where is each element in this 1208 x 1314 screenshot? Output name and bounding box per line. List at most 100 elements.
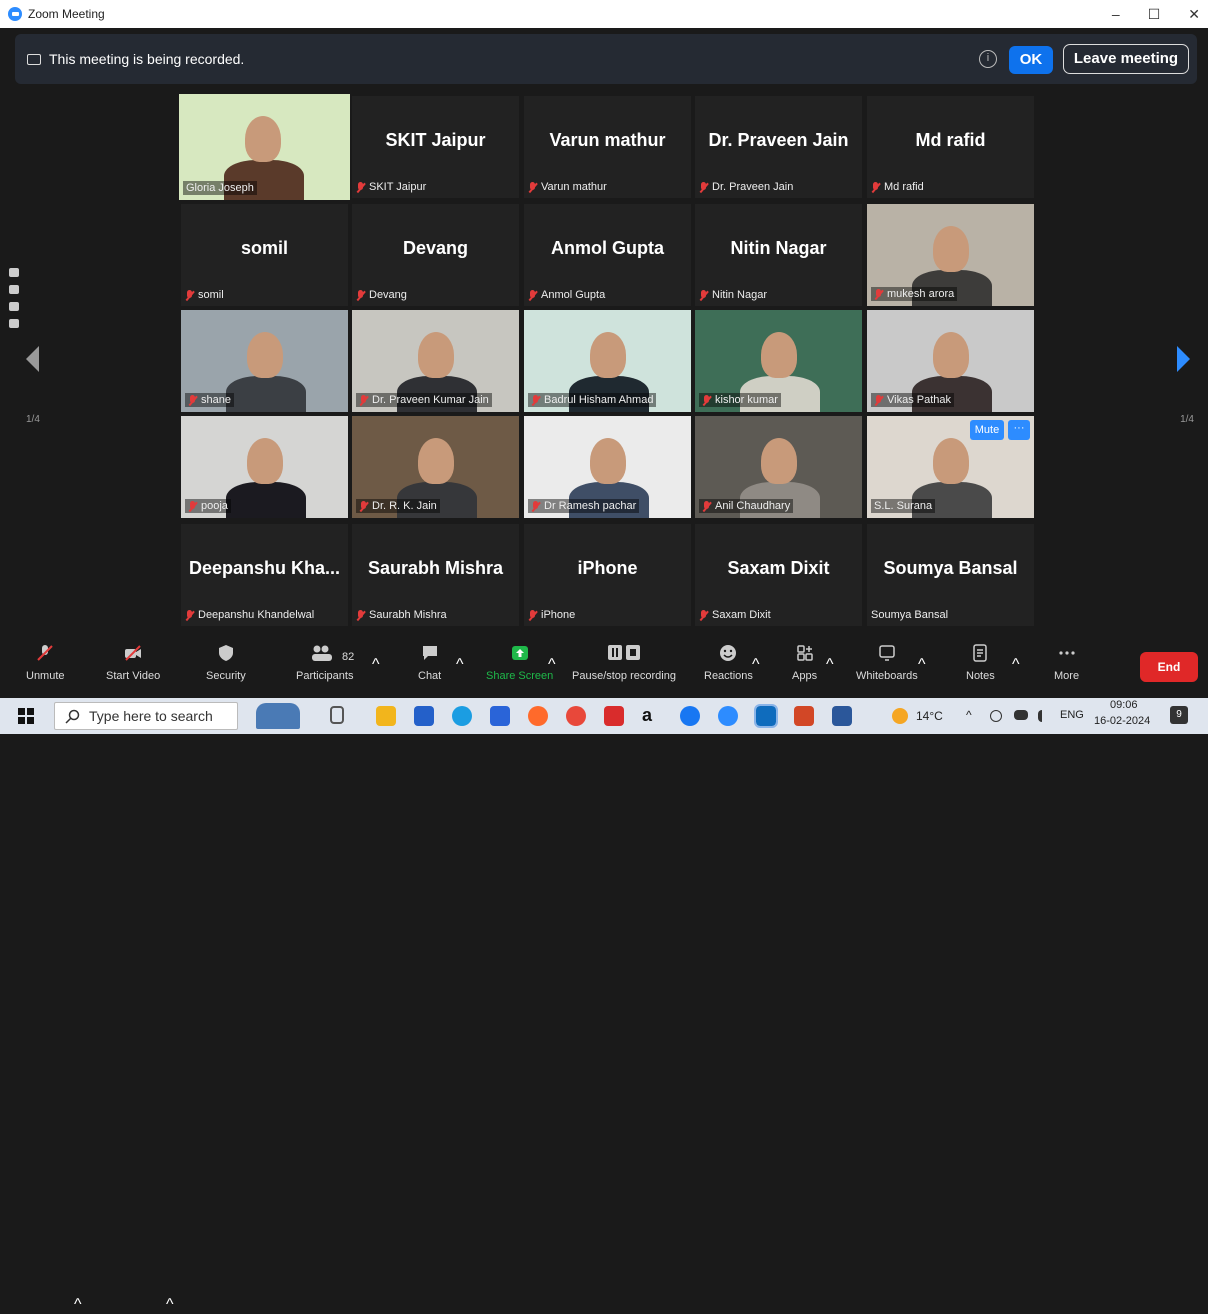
unmute-caret[interactable]: ^	[74, 1296, 82, 1314]
participant-display-name: Nitin Nagar	[730, 238, 827, 258]
end-button[interactable]: End	[1140, 652, 1198, 682]
video-icon[interactable]	[9, 285, 19, 294]
more-button[interactable]: More	[1054, 644, 1079, 682]
pdf-icon[interactable]	[604, 706, 624, 726]
participant-name-tag: mukesh arora	[871, 287, 958, 301]
tray-chevron-icon[interactable]: ^	[966, 708, 972, 722]
file-explorer-icon[interactable]	[376, 706, 396, 726]
start-video-button[interactable]: Start Video	[106, 644, 160, 682]
participant-name-tag: Devang	[356, 289, 407, 301]
windows-start-icon[interactable]	[18, 708, 34, 724]
participant-tile[interactable]: Varun mathur Varun mathur	[524, 96, 691, 198]
ok-button[interactable]: OK	[1009, 46, 1053, 74]
prev-page-arrow-icon[interactable]	[26, 346, 39, 372]
participant-name: Badrul Hisham Ahmad	[544, 394, 654, 406]
participant-tile[interactable]: Soumya Bansal Soumya Bansal	[867, 524, 1034, 626]
language-indicator[interactable]: ENG	[1060, 709, 1084, 721]
battery-icon[interactable]	[1014, 710, 1028, 720]
image-icon[interactable]	[9, 302, 19, 311]
edge-icon[interactable]	[452, 706, 472, 726]
zoom-taskbar-icon[interactable]	[718, 706, 738, 726]
participant-name: pooja	[201, 500, 228, 512]
share-screen-button[interactable]: Share Screen	[486, 644, 553, 682]
security-button[interactable]: Security	[206, 644, 246, 682]
participant-tile[interactable]: Dr. Praveen Jain Dr. Praveen Jain	[695, 96, 862, 198]
tray-app-icon[interactable]	[990, 710, 1002, 722]
windows-taskbar: Type here to search a 14°C ^ ENG 09:06 1…	[0, 698, 1208, 734]
participant-tile[interactable]: iPhone iPhone	[524, 524, 691, 626]
mute-participant-button[interactable]: Mute	[970, 420, 1004, 440]
mic-muted-icon	[702, 394, 711, 406]
participant-name: Anil Chaudhary	[715, 500, 791, 512]
participant-tile[interactable]: Vikas Pathak	[867, 310, 1034, 412]
clock-date[interactable]: 16-02-2024	[1094, 715, 1150, 727]
recording-banner: This meeting is being recorded. i OK Lea…	[15, 34, 1197, 84]
participant-tile[interactable]: S.L. Surana Mute ···	[867, 416, 1034, 518]
camera-icon[interactable]	[9, 268, 19, 277]
reactions-caret[interactable]: ^	[752, 656, 760, 674]
store-icon[interactable]	[414, 706, 434, 726]
participant-tile[interactable]: somil somil	[181, 204, 348, 306]
maximize-button[interactable]: ☐	[1148, 6, 1161, 23]
participants-caret[interactable]: ^	[372, 656, 380, 674]
participant-tile[interactable]: mukesh arora	[867, 204, 1034, 306]
pause-recording-button[interactable]: Pause/stop recording	[572, 644, 676, 682]
participant-tile[interactable]: pooja	[181, 416, 348, 518]
clock-time[interactable]: 09:06	[1110, 699, 1138, 711]
participant-name: Dr. Praveen Jain	[712, 181, 794, 193]
participant-tile[interactable]: Gloria Joseph	[179, 94, 350, 200]
next-page-arrow-icon[interactable]	[1177, 346, 1190, 372]
facebook-icon[interactable]	[680, 706, 700, 726]
mail-icon[interactable]	[490, 706, 510, 726]
amazon-icon[interactable]: a	[642, 706, 662, 726]
chat-button[interactable]: Chat	[418, 644, 441, 682]
participant-name-tag: Md rafid	[871, 181, 924, 193]
apps-caret[interactable]: ^	[826, 656, 834, 674]
task-view-icon[interactable]	[330, 706, 344, 724]
notes-button[interactable]: Notes	[966, 644, 995, 682]
unmute-button[interactable]: Unmute	[26, 644, 65, 682]
notes-caret[interactable]: ^	[1012, 656, 1020, 674]
mic-muted-icon	[531, 500, 540, 512]
participants-button[interactable]: Participants	[296, 644, 353, 682]
bird-widget-icon[interactable]	[256, 703, 300, 729]
share-caret[interactable]: ^	[548, 656, 556, 674]
notifications-icon[interactable]: 9	[1170, 706, 1188, 724]
participant-tile[interactable]: Deepanshu Kha... Deepanshu Khandelwal	[181, 524, 348, 626]
participant-tile[interactable]: shane	[181, 310, 348, 412]
outlook-icon[interactable]	[754, 704, 778, 728]
participant-tile[interactable]: Anil Chaudhary	[695, 416, 862, 518]
whiteboards-button[interactable]: Whiteboards	[856, 644, 918, 682]
participant-tile[interactable]: Anmol Gupta Anmol Gupta	[524, 204, 691, 306]
firefox-icon[interactable]	[528, 706, 548, 726]
chat-caret[interactable]: ^	[456, 656, 464, 674]
participant-tile[interactable]: Dr. Praveen Kumar Jain	[352, 310, 519, 412]
participant-tile[interactable]: Saxam Dixit Saxam Dixit	[695, 524, 862, 626]
chrome-icon[interactable]	[566, 706, 586, 726]
participant-name-tag: Dr. R. K. Jain	[356, 499, 440, 513]
video-caret[interactable]: ^	[166, 1296, 174, 1314]
volume-icon[interactable]	[1038, 710, 1050, 722]
participant-tile[interactable]: Dr Ramesh pachar	[524, 416, 691, 518]
participant-tile[interactable]: Saurabh Mishra Saurabh Mishra	[352, 524, 519, 626]
leave-meeting-button[interactable]: Leave meeting	[1063, 44, 1189, 74]
close-button[interactable]: ✕	[1188, 6, 1200, 23]
apps-button[interactable]: Apps	[792, 644, 817, 682]
participant-tile[interactable]: Md rafid Md rafid	[867, 96, 1034, 198]
whiteboards-caret[interactable]: ^	[918, 656, 926, 674]
participant-tile[interactable]: Badrul Hisham Ahmad	[524, 310, 691, 412]
pause-stop-icon	[607, 645, 640, 660]
settings-icon[interactable]	[9, 319, 19, 328]
participant-tile[interactable]: Devang Devang	[352, 204, 519, 306]
reactions-button[interactable]: Reactions	[704, 644, 753, 682]
powerpoint-icon[interactable]	[794, 706, 814, 726]
participant-tile[interactable]: SKIT Jaipur SKIT Jaipur	[352, 96, 519, 198]
info-icon[interactable]: i	[979, 50, 997, 68]
participant-tile[interactable]: kishor kumar	[695, 310, 862, 412]
participant-tile[interactable]: Nitin Nagar Nitin Nagar	[695, 204, 862, 306]
participant-more-button[interactable]: ···	[1008, 420, 1030, 440]
participant-tile[interactable]: Dr. R. K. Jain	[352, 416, 519, 518]
word-icon[interactable]	[832, 706, 852, 726]
minimize-button[interactable]: –	[1112, 6, 1120, 22]
taskbar-search-input[interactable]: Type here to search	[54, 702, 238, 730]
